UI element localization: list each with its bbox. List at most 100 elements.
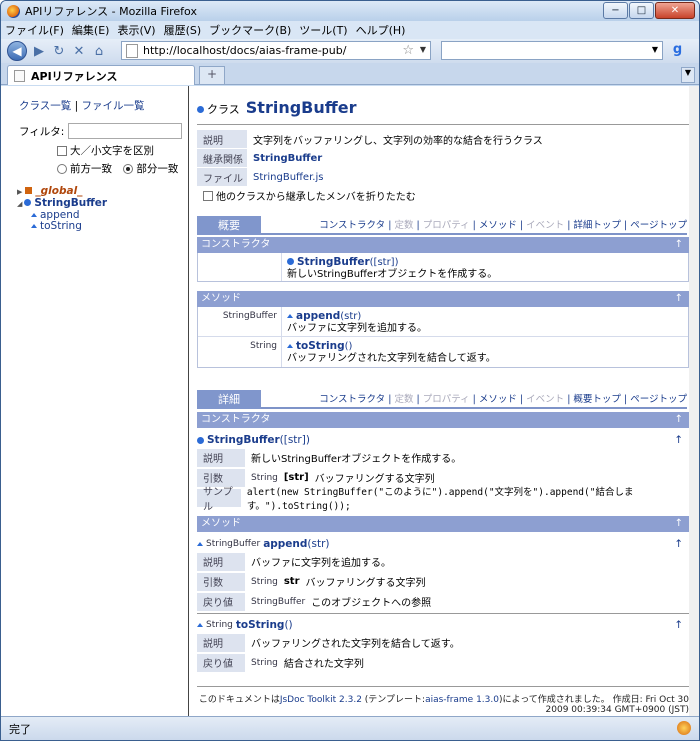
collapse-inherited-checkbox[interactable] [203, 190, 213, 201]
link-constructor[interactable]: コンストラクタ [319, 220, 385, 231]
tostring-params: () [284, 619, 293, 631]
sep: | [620, 220, 631, 231]
reload-icon: ↻ [53, 43, 65, 59]
tree-item-stringbuffer[interactable]: StringBuffer [34, 197, 107, 209]
prefix-match-radio[interactable] [57, 164, 67, 174]
case-sensitive-checkbox[interactable] [57, 146, 67, 156]
arg-type: String [251, 576, 278, 587]
expand-icon[interactable]: ▶ [17, 188, 22, 196]
return-type: String [206, 620, 233, 630]
tab-api-reference[interactable]: APIリファレンス [7, 65, 195, 85]
collapse-icon[interactable]: ◢ [17, 200, 22, 208]
menu-file[interactable]: ファイル(F) [5, 22, 64, 38]
back-arrow-icon: ◀ [12, 44, 22, 58]
url-dropdown-icon[interactable]: ▼ [420, 45, 426, 54]
append-description: バッファに文字列を追加する。 [287, 323, 427, 334]
google-search-icon[interactable]: g [669, 42, 686, 59]
class-tree: ▶ _global_ ◢ StringBuffer append toString [17, 186, 188, 232]
addon-icon[interactable] [677, 721, 691, 735]
constructor-params: ([str]) [369, 257, 399, 268]
link-detail-top[interactable]: 詳細トップ [573, 220, 621, 231]
header-text: メソッド [201, 518, 241, 529]
search-dropdown-icon[interactable]: ▼ [652, 45, 658, 54]
link-constructor[interactable]: コンストラクタ [319, 394, 385, 405]
link-methods[interactable]: メソッド [479, 220, 517, 231]
footer-text: )によって作成されました。 作成日: Fri Oct 30 2009 00:39… [498, 695, 689, 715]
up-arrow-icon[interactable]: ↑ [675, 237, 683, 253]
up-arrow-icon[interactable]: ↑ [675, 412, 683, 428]
header-text: コンストラクタ [201, 239, 271, 250]
reload-button[interactable]: ↻ [51, 43, 67, 59]
maximize-button[interactable]: □ [629, 2, 654, 19]
summary-constructor-link[interactable]: StringBuffer [297, 256, 370, 268]
link-methods[interactable]: メソッド [479, 394, 517, 405]
constructor-description: 新しいStringBufferオブジェクトを作成する。 [287, 269, 498, 280]
filter-input[interactable] [68, 123, 183, 139]
close-button[interactable]: ✕ [655, 2, 695, 19]
summary-append-link[interactable]: append [296, 310, 340, 322]
jsdoc-link[interactable]: JsDoc Toolkit 2.3.2 [280, 695, 362, 705]
back-button[interactable]: ◀ [7, 41, 27, 61]
menu-view[interactable]: 表示(V) [117, 22, 155, 38]
file-link[interactable]: StringBuffer.js [253, 172, 323, 183]
constructor-icon [197, 436, 204, 444]
link-page-top[interactable]: ページトップ [630, 220, 687, 231]
header-text: コンストラクタ [201, 414, 271, 425]
tree-item-global[interactable]: _global_ [35, 185, 82, 197]
minimize-button[interactable]: − [603, 2, 628, 19]
summary-tostring-link[interactable]: toString [296, 340, 345, 352]
class-icon [197, 106, 204, 113]
method-icon [287, 314, 293, 318]
class-list-link[interactable]: クラス一覧 [19, 100, 71, 112]
desc-label: 説明 [197, 448, 245, 467]
arg-type: String [251, 472, 278, 483]
home-button[interactable]: ⌂ [91, 43, 107, 59]
up-arrow-icon[interactable]: ↑ [674, 434, 683, 446]
template-link[interactable]: aias-frame 1.3.0 [425, 695, 499, 705]
tab-detail[interactable]: 詳細 [197, 390, 261, 409]
link-page-top[interactable]: ページトップ [630, 394, 687, 405]
class-prefix: クラス [207, 103, 240, 116]
class-description: 文字列をバッファリングし、文字列の効率的な結合を行うクラス [253, 135, 543, 147]
append-params: (str) [307, 538, 330, 550]
forward-button[interactable]: ▶ [31, 43, 47, 59]
sidebar-separator: | [74, 100, 79, 112]
menu-history[interactable]: 履歴(S) [164, 22, 202, 38]
up-arrow-icon[interactable]: ↑ [675, 516, 683, 532]
return-description: 結合された文字列 [283, 659, 364, 670]
scrollbar[interactable] [689, 86, 699, 716]
menu-help[interactable]: ヘルプ(H) [356, 22, 406, 38]
partial-match-radio[interactable] [123, 164, 134, 174]
menu-bookmarks[interactable]: ブックマーク(B) [209, 22, 291, 38]
menu-edit[interactable]: 編集(E) [72, 22, 110, 38]
bookmark-star-icon[interactable]: ☆ [402, 43, 414, 58]
desc-label: 説明 [197, 552, 245, 571]
title-divider [197, 124, 689, 125]
search-bar[interactable]: ▼ [441, 41, 663, 60]
constructor-icon [287, 258, 294, 265]
window-title: APIリファレンス - Mozilla Firefox [25, 5, 197, 18]
link-summary-top[interactable]: 概要トップ [573, 394, 621, 405]
case-sensitive-label: 大／小文字を区別 [70, 145, 154, 157]
stop-button[interactable]: ✕ [71, 43, 87, 59]
tree-item-tostring[interactable]: toString [40, 220, 82, 232]
tostring-description: バッファリングされた文字列を結合して返す。 [287, 353, 496, 364]
new-tab-button[interactable]: + [199, 66, 225, 85]
url-bar[interactable]: http://localhost/docs/aias-frame-pub/ ☆ … [121, 41, 431, 60]
tab-list-icon[interactable]: ▼ [681, 67, 695, 83]
append-params: (str) [340, 311, 362, 322]
method-icon [197, 542, 203, 546]
empty-type-cell [198, 253, 282, 281]
menu-tools[interactable]: ツール(T) [299, 22, 347, 38]
tab-summary[interactable]: 概要 [197, 216, 261, 235]
method-divider [197, 613, 689, 614]
up-arrow-icon[interactable]: ↑ [675, 291, 683, 307]
file-list-link[interactable]: ファイル一覧 [82, 100, 145, 112]
page-content: クラス一覧 | ファイル一覧 フィルタ: 大／小文字を区別 前方一致 部分一致 … [1, 86, 699, 716]
stop-icon: ✕ [73, 43, 85, 59]
browser-window: APIリファレンス - Mozilla Firefox − □ ✕ ファイル(F… [0, 0, 700, 741]
up-arrow-icon[interactable]: ↑ [674, 538, 683, 550]
footer-text: (テンプレート: [361, 695, 426, 705]
up-arrow-icon[interactable]: ↑ [674, 619, 683, 631]
method-return-type: String [198, 337, 282, 367]
